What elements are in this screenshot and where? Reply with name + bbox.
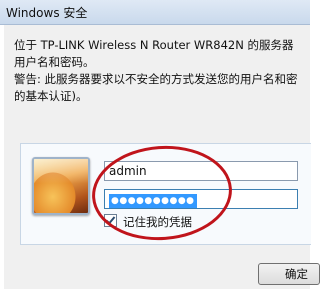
ok-button[interactable]: 确定 [258, 263, 320, 285]
security-warning: 警告: 此服务器要求以不安全的方式发送您的用户名和密 的基本认证)。 [14, 71, 310, 105]
window-title: Windows 安全 [6, 6, 88, 20]
server-message: 位于 TP-LINK Wireless N Router WR842N 的服务器… [14, 37, 310, 71]
title-bar: Windows 安全 [0, 0, 310, 25]
server-message-line-2: 用户名和密码。 [14, 55, 95, 69]
user-avatar-icon [32, 157, 90, 215]
server-message-line-1: 位于 TP-LINK Wireless N Router WR842N 的服务器 [14, 38, 294, 52]
security-warning-line-1: 警告: 此服务器要求以不安全的方式发送您的用户名和密 [14, 72, 298, 86]
security-warning-line-2: 的基本认证)。 [14, 89, 88, 103]
